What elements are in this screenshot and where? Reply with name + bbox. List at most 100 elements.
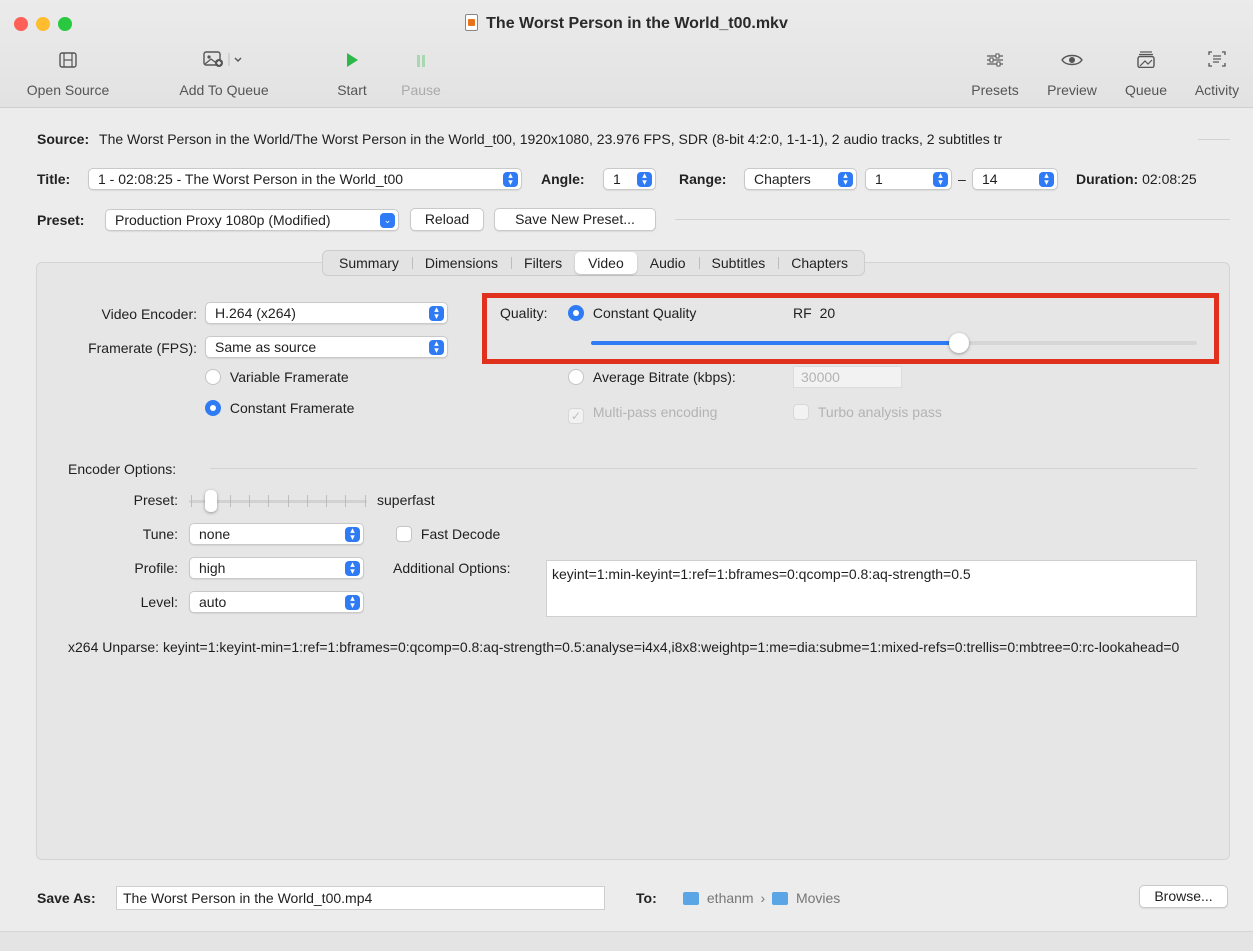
- eye-icon: [1040, 50, 1104, 74]
- framerate-value: Same as source: [215, 339, 317, 355]
- stepper-icon: ▴ ▾: [429, 339, 444, 355]
- presets-button[interactable]: Presets: [965, 50, 1025, 98]
- path-folder: Movies: [795, 890, 841, 906]
- start-button[interactable]: Start: [328, 50, 376, 98]
- tab-audio[interactable]: Audio: [637, 252, 699, 274]
- bitrate-field[interactable]: 30000: [793, 366, 902, 388]
- preset-popup-value: Production Proxy 1080p (Modified): [115, 212, 331, 228]
- additional-options-field[interactable]: keyint=1:min-keyint=1:ref=1:bframes=0:qc…: [546, 560, 1197, 617]
- fast-decode-checkbox[interactable]: Fast Decode: [396, 526, 500, 542]
- checkbox-icon: [396, 526, 412, 542]
- preview-button[interactable]: Preview: [1040, 50, 1104, 98]
- encoder-options-separator: [210, 468, 1197, 469]
- tab-dimensions[interactable]: Dimensions: [411, 252, 511, 274]
- movies-folder-icon: [772, 892, 789, 905]
- start-label: Start: [337, 82, 367, 98]
- preset-row-separator: [675, 219, 1230, 220]
- queue-stack-icon: [1118, 50, 1174, 74]
- window-title: The Worst Person in the World_t00.mkv: [0, 14, 1253, 33]
- range-dash: –: [958, 171, 966, 187]
- tab-chapters[interactable]: Chapters: [778, 252, 861, 274]
- open-source-button[interactable]: Open Source: [20, 50, 116, 98]
- angle-popup[interactable]: 1 ▴ ▾: [603, 168, 656, 190]
- level-popup[interactable]: auto ▴ ▾: [189, 591, 364, 613]
- slider-tick: [229, 495, 231, 507]
- slider-tick: [364, 495, 366, 507]
- range-type-popup[interactable]: Chapters ▴ ▾: [744, 168, 857, 190]
- checkmark-icon: ✓: [568, 408, 584, 424]
- checkbox-icon: [793, 404, 809, 420]
- tune-popup[interactable]: none ▴ ▾: [189, 523, 364, 545]
- preset-label: Preset:: [37, 212, 85, 228]
- activity-button[interactable]: Activity: [1186, 50, 1248, 98]
- save-new-preset-button[interactable]: Save New Preset...: [494, 208, 656, 231]
- angle-label: Angle:: [541, 171, 585, 187]
- constant-framerate-radio[interactable]: Constant Framerate: [205, 400, 354, 416]
- source-label: Source:: [37, 131, 90, 147]
- preview-label: Preview: [1047, 82, 1097, 98]
- title-popup[interactable]: 1 - 02:08:25 - The Worst Person in the W…: [88, 168, 522, 190]
- x264-unparse-text: x264 Unparse: keyint=1:keyint-min=1:ref=…: [68, 639, 1180, 655]
- turbo-label: Turbo analysis pass: [817, 404, 942, 420]
- profile-popup[interactable]: high ▴ ▾: [189, 557, 364, 579]
- range-start-value: 1: [875, 171, 883, 187]
- save-as-label: Save As:: [37, 890, 96, 906]
- video-encoder-value: H.264 (x264): [215, 305, 296, 321]
- duration-value: 02:08:25: [1142, 171, 1197, 187]
- range-end-popup[interactable]: 14 ▴ ▾: [972, 168, 1058, 190]
- status-bar: [0, 931, 1253, 951]
- framerate-label: Framerate (FPS):: [88, 340, 197, 356]
- window-title-text: The Worst Person in the World_t00.mkv: [486, 15, 788, 32]
- duration-label: Duration:: [1076, 171, 1139, 187]
- mkv-file-icon: [465, 14, 479, 31]
- video-encoder-popup[interactable]: H.264 (x264) ▴ ▾: [205, 302, 448, 324]
- level-value: auto: [199, 594, 227, 610]
- range-label: Range:: [679, 171, 727, 187]
- title-label: Title:: [37, 171, 71, 187]
- film-icon: [20, 50, 116, 74]
- level-label: Level:: [140, 594, 178, 610]
- path-separator: ›: [760, 890, 766, 906]
- stepper-icon: ▴ ▾: [345, 594, 360, 610]
- home-folder-icon: [683, 892, 699, 905]
- add-to-queue-button[interactable]: Add To Queue: [170, 50, 278, 98]
- radio-on-icon: [205, 400, 221, 416]
- stepper-icon: ▴ ▾: [838, 171, 853, 187]
- radio-off-icon: [205, 369, 221, 385]
- encoder-preset-label: Preset:: [133, 492, 178, 508]
- variable-framerate-radio[interactable]: Variable Framerate: [205, 369, 349, 385]
- stepper-icon: ▴ ▾: [933, 171, 948, 187]
- tab-summary[interactable]: Summary: [326, 252, 412, 274]
- encoder-preset-knob[interactable]: [205, 490, 217, 512]
- framerate-popup[interactable]: Same as source ▴ ▾: [205, 336, 448, 358]
- range-start-popup[interactable]: 1 ▴ ▾: [865, 168, 952, 190]
- bitrate-value: 30000: [801, 369, 840, 385]
- stepper-icon: ▴ ▾: [637, 171, 652, 187]
- pause-button[interactable]: Pause: [396, 50, 446, 98]
- preset-popup[interactable]: Production Proxy 1080p (Modified) ⌄: [105, 209, 399, 231]
- stepper-icon: ▴ ▾: [345, 526, 360, 542]
- range-type-value: Chapters: [754, 171, 811, 187]
- source-row-separator: [1198, 139, 1230, 140]
- slider-tick: [306, 495, 308, 507]
- browse-button[interactable]: Browse...: [1139, 885, 1228, 908]
- tune-label: Tune:: [142, 526, 178, 542]
- tab-subtitles[interactable]: Subtitles: [698, 252, 779, 274]
- variable-framerate-label: Variable Framerate: [229, 369, 349, 385]
- reload-button[interactable]: Reload: [410, 208, 484, 231]
- chevron-down-icon: ⌄: [380, 213, 395, 228]
- turbo-checkbox[interactable]: Turbo analysis pass: [793, 404, 942, 420]
- tab-video[interactable]: Video: [575, 252, 637, 274]
- sliders-icon: [965, 50, 1025, 74]
- multipass-checkbox[interactable]: ✓ Multi-pass encoding: [568, 404, 717, 424]
- stepper-icon: ▴ ▾: [345, 560, 360, 576]
- tab-filters[interactable]: Filters: [511, 252, 575, 274]
- queue-button[interactable]: Queue: [1118, 50, 1174, 98]
- save-as-field[interactable]: The Worst Person in the World_t00.mp4: [116, 886, 605, 910]
- multipass-label: Multi-pass encoding: [592, 404, 718, 420]
- average-bitrate-radio[interactable]: Average Bitrate (kbps):: [568, 369, 736, 385]
- source-row: Source: The Worst Person in the World/Th…: [37, 131, 1002, 147]
- activity-label: Activity: [1194, 82, 1240, 98]
- encoder-preset-slider[interactable]: [189, 490, 367, 512]
- destination-path[interactable]: ethanm › Movies: [683, 890, 840, 906]
